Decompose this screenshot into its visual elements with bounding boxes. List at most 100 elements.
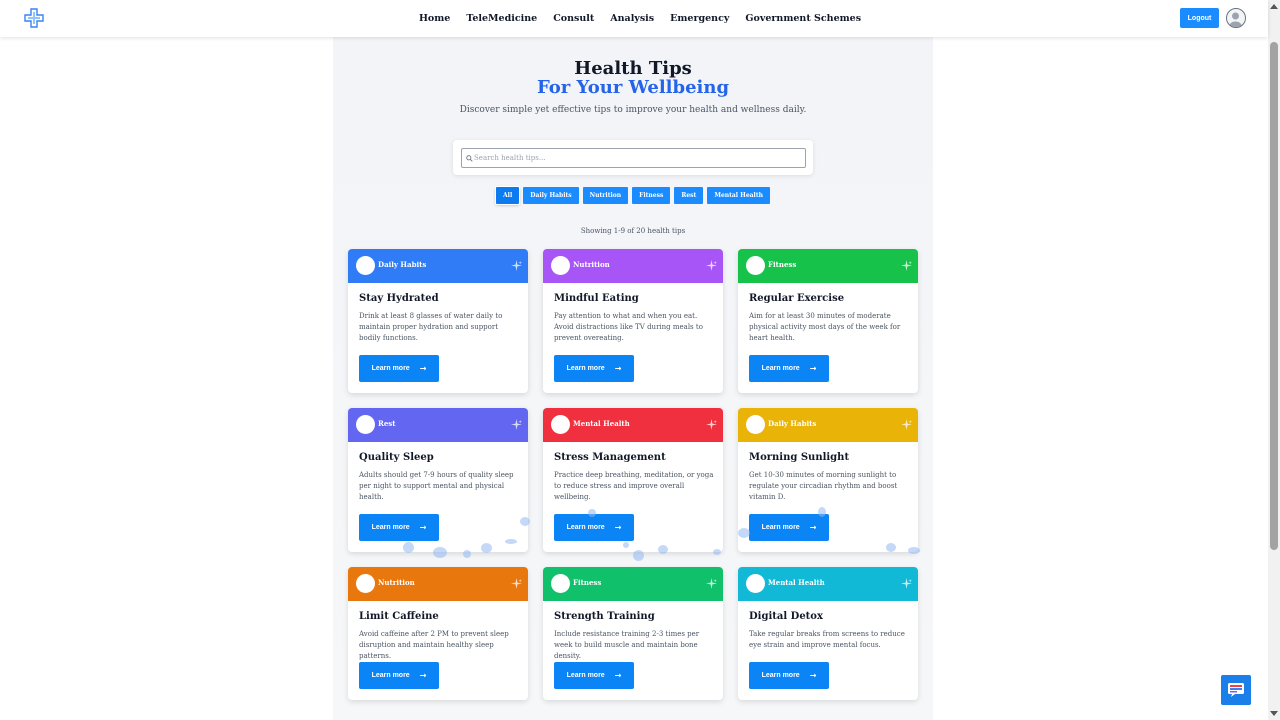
tips-grid: Daily Habits Stay Hydrated Drink at leas…	[348, 249, 918, 700]
card-text: Aim for at least 30 minutes of moderate …	[749, 312, 901, 342]
decorative-bubble	[433, 547, 447, 558]
card-text: Pay attention to what and when you eat. …	[554, 312, 703, 342]
arrow-right-icon: →	[419, 364, 427, 373]
sparkle-icon	[901, 260, 912, 271]
tip-card: Mental Health Stress Management Practice…	[543, 408, 723, 552]
logout-button[interactable]: Logout	[1180, 8, 1219, 28]
arrow-right-icon: →	[614, 671, 622, 680]
tip-card: Daily Habits Stay Hydrated Drink at leas…	[348, 249, 528, 393]
card-category: Mental Health	[768, 578, 825, 587]
learn-more-label: Learn more	[371, 524, 410, 531]
sparkle-icon	[511, 419, 522, 430]
filter-mental-health[interactable]: Mental Health	[707, 187, 770, 204]
filter-nutrition[interactable]: Nutrition	[582, 187, 629, 204]
card-text: Take regular breaks from screens to redu…	[749, 630, 905, 649]
arrow-right-icon: →	[419, 523, 427, 532]
card-title: Regular Exercise	[749, 293, 845, 304]
filter-fitness[interactable]: Fitness	[632, 187, 671, 204]
category-icon	[746, 574, 765, 593]
category-icon	[746, 256, 765, 275]
user-avatar-icon[interactable]	[1226, 8, 1246, 28]
top-navbar: Home TeleMedicine Consult Analysis Emerg…	[0, 0, 1268, 37]
decorative-bubble	[520, 517, 530, 526]
learn-more-button[interactable]: Learn more →	[749, 355, 829, 382]
category-icon	[551, 574, 570, 593]
nav-analysis[interactable]: Analysis	[610, 13, 654, 24]
tip-card: Nutrition Limit Caffeine Avoid caffeine …	[348, 567, 528, 700]
card-text: Include resistance training 2-3 times pe…	[554, 630, 700, 660]
card-header: Rest	[348, 408, 528, 442]
learn-more-label: Learn more	[566, 365, 605, 372]
card-title: Stress Management	[554, 452, 666, 463]
card-category: Nutrition	[378, 578, 415, 587]
category-icon	[356, 415, 375, 434]
search-input[interactable]	[461, 148, 806, 168]
tip-card: Nutrition Mindful Eating Pay attention t…	[543, 249, 723, 393]
learn-more-button[interactable]: Learn more →	[554, 514, 634, 541]
card-title: Digital Detox	[749, 611, 823, 622]
nav-home[interactable]: Home	[419, 13, 450, 24]
category-icon	[551, 415, 570, 434]
card-header: Nutrition	[348, 567, 528, 601]
decorative-bubble	[403, 542, 414, 553]
main-nav: Home TeleMedicine Consult Analysis Emerg…	[0, 0, 1268, 37]
learn-more-button[interactable]: Learn more →	[554, 662, 634, 689]
learn-more-button[interactable]: Learn more →	[749, 662, 829, 689]
nav-consult[interactable]: Consult	[553, 13, 594, 24]
card-category: Daily Habits	[378, 260, 427, 269]
learn-more-button[interactable]: Learn more →	[749, 514, 829, 541]
nav-government-schemes[interactable]: Government Schemes	[745, 13, 861, 24]
card-header: Fitness	[738, 249, 918, 283]
category-icon	[746, 415, 765, 434]
sparkle-icon	[901, 419, 912, 430]
tip-card: Rest Quality Sleep Adults should get 7-9…	[348, 408, 528, 552]
decorative-bubble	[623, 542, 629, 548]
learn-more-button[interactable]: Learn more →	[554, 355, 634, 382]
decorative-bubble	[658, 545, 668, 554]
scroll-down-arrow-icon[interactable]	[1270, 711, 1278, 716]
card-text: Practice deep breathing, meditation, or …	[554, 471, 714, 501]
learn-more-label: Learn more	[761, 365, 800, 372]
tip-card: Fitness Regular Exercise Aim for at leas…	[738, 249, 918, 393]
arrow-right-icon: →	[614, 523, 622, 532]
learn-more-label: Learn more	[761, 672, 800, 679]
learn-more-label: Learn more	[566, 524, 605, 531]
decorative-bubble	[886, 543, 896, 552]
learn-more-button[interactable]: Learn more →	[359, 355, 439, 382]
sparkle-icon	[706, 578, 717, 589]
card-title: Morning Sunlight	[749, 452, 850, 463]
results-count: Showing 1-9 of 20 health tips	[580, 227, 686, 235]
scroll-up-arrow-icon[interactable]	[1270, 4, 1278, 9]
search-icon	[466, 155, 473, 162]
decorative-bubble	[908, 547, 920, 554]
filter-rest[interactable]: Rest	[674, 187, 704, 204]
chatbot-icon	[1228, 683, 1244, 697]
card-category: Fitness	[573, 578, 602, 587]
card-text: Drink at least 8 glasses of water daily …	[359, 312, 503, 342]
card-text: Get 10-30 minutes of morning sunlight to…	[749, 471, 898, 501]
nav-emergency[interactable]: Emergency	[670, 13, 729, 24]
search-box	[453, 140, 813, 175]
learn-more-button[interactable]: Learn more →	[359, 514, 439, 541]
chatbot-button[interactable]	[1221, 675, 1251, 705]
category-icon	[551, 256, 570, 275]
decorative-bubble	[505, 539, 517, 544]
card-category: Daily Habits	[768, 419, 817, 428]
page-scrollbar[interactable]	[1268, 0, 1280, 720]
decorative-bubble	[713, 549, 721, 555]
tip-card: Daily Habits Morning Sunlight Get 10-30 …	[738, 408, 918, 552]
learn-more-button[interactable]: Learn more →	[359, 662, 439, 689]
arrow-right-icon: →	[809, 671, 817, 680]
learn-more-label: Learn more	[371, 365, 410, 372]
filter-all[interactable]: All	[496, 187, 520, 204]
filter-daily-habits[interactable]: Daily Habits	[523, 187, 579, 204]
card-category: Nutrition	[573, 260, 610, 269]
sparkle-icon	[706, 260, 717, 271]
nav-telemedicine[interactable]: TeleMedicine	[466, 13, 537, 24]
card-text: Avoid caffeine after 2 PM to prevent sle…	[359, 630, 509, 660]
card-title: Mindful Eating	[554, 293, 639, 304]
arrow-right-icon: →	[809, 523, 817, 532]
card-title: Stay Hydrated	[359, 293, 439, 304]
health-tips-panel: Health Tips For Your Wellbeing Discover …	[333, 37, 933, 720]
scrollbar-thumb[interactable]	[1270, 42, 1278, 550]
